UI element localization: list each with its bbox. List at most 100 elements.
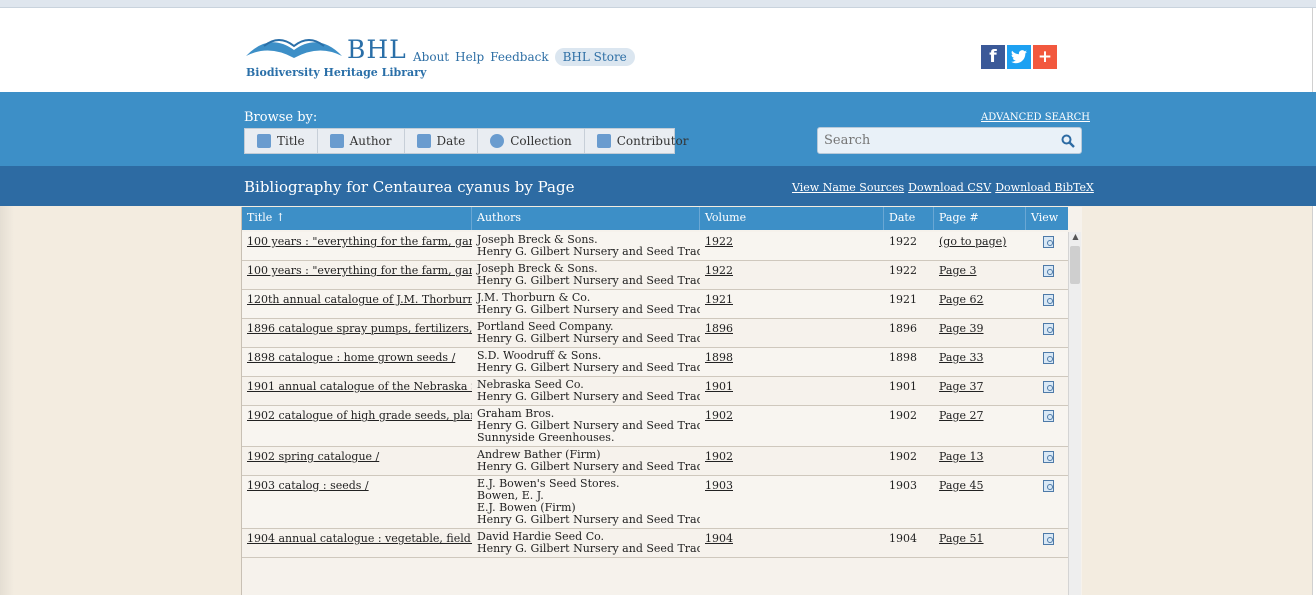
cell-page: Page 39	[934, 319, 1026, 347]
author-name: Henry G. Gilbert Nursery and Seed Trade …	[477, 332, 700, 345]
table-row: 1902 catalogue of high grade seeds, plan…	[242, 406, 1068, 447]
cell-page: Page 51	[934, 529, 1026, 557]
download-bibtex-link[interactable]: Download BibTeX	[995, 181, 1094, 194]
search-icon[interactable]	[1055, 128, 1081, 153]
cell-volume: 1921	[700, 290, 884, 318]
browse-tab-date[interactable]: Date	[405, 129, 479, 153]
view-page-icon[interactable]	[1043, 410, 1054, 422]
header-date[interactable]: Date	[884, 207, 934, 230]
cell-date: 1922	[889, 264, 917, 277]
cell-title: 1902 spring catalogue /	[242, 447, 472, 475]
author-name: Henry G. Gilbert Nursery and Seed Trade …	[477, 390, 700, 403]
nav-about[interactable]: About	[413, 50, 449, 64]
view-page-icon[interactable]	[1043, 533, 1054, 545]
volume-link[interactable]: 1904	[705, 532, 733, 545]
logo-text[interactable]: BHL	[347, 35, 407, 64]
header-volume[interactable]: Volume	[700, 207, 884, 230]
page-link[interactable]: Page 33	[939, 351, 984, 364]
cell-title: 1896 catalogue spray pumps, fertilizers,…	[242, 319, 472, 347]
page-link[interactable]: Page 45	[939, 479, 984, 492]
table-row: 1902 spring catalogue / Andrew Bather (Fi…	[242, 447, 1068, 476]
twitter-icon[interactable]	[1007, 45, 1031, 69]
download-csv-link[interactable]: Download CSV	[908, 181, 991, 194]
volume-link[interactable]: 1896	[705, 322, 733, 335]
advanced-search-link[interactable]: ADVANCED SEARCH	[981, 112, 1090, 123]
view-page-icon[interactable]	[1043, 294, 1054, 306]
bhl-book-logo-icon[interactable]	[244, 28, 344, 60]
facebook-icon[interactable]: f	[981, 45, 1005, 69]
nav-help[interactable]: Help	[455, 50, 484, 64]
header-view[interactable]: View	[1026, 207, 1068, 230]
scroll-thumb[interactable]	[1070, 246, 1080, 284]
page-link[interactable]: (go to page)	[939, 235, 1006, 248]
title-link[interactable]: 100 years : "everything for the farm, ga…	[247, 264, 472, 277]
logo-subtitle[interactable]: Biodiversity Heritage Library	[246, 66, 426, 79]
header-title[interactable]: Title ↑	[242, 207, 472, 230]
page-link[interactable]: Page 37	[939, 380, 984, 393]
page-link[interactable]: Page 3	[939, 264, 977, 277]
volume-link[interactable]: 1901	[705, 380, 733, 393]
cell-volume: 1922	[700, 232, 884, 260]
view-page-icon[interactable]	[1043, 352, 1054, 364]
cell-volume: 1903	[700, 476, 884, 528]
page-link[interactable]: Page 51	[939, 532, 984, 545]
volume-link[interactable]: 1902	[705, 409, 733, 422]
title-link[interactable]: 1903 catalog : seeds /	[247, 479, 369, 492]
volume-link[interactable]: 1903	[705, 479, 733, 492]
cell-volume: 1896	[700, 319, 884, 347]
table-row: 1903 catalog : seeds / E.J. Bowen's Seed …	[242, 476, 1068, 529]
cell-date: 1898	[889, 351, 917, 364]
browse-tab-author[interactable]: Author	[318, 129, 405, 153]
nav-feedback[interactable]: Feedback	[490, 50, 548, 64]
cell-date: 1904	[889, 532, 917, 545]
volume-link[interactable]: 1921	[705, 293, 733, 306]
view-page-icon[interactable]	[1043, 480, 1054, 492]
page-link[interactable]: Page 39	[939, 322, 984, 335]
volume-link[interactable]: 1898	[705, 351, 733, 364]
view-page-icon[interactable]	[1043, 265, 1054, 277]
header-page[interactable]: Page #	[934, 207, 1026, 230]
view-page-icon[interactable]	[1043, 451, 1054, 463]
page-link[interactable]: Page 62	[939, 293, 984, 306]
bhl-store-button[interactable]: BHL Store	[554, 48, 635, 66]
browse-tab-title[interactable]: Title	[245, 129, 318, 153]
cell-page: Page 3	[934, 261, 1026, 289]
page-link[interactable]: Page 27	[939, 409, 984, 422]
title-link[interactable]: 1896 catalogue spray pumps, fertilizers,…	[247, 322, 472, 335]
page-link[interactable]: Page 13	[939, 450, 984, 463]
title-link[interactable]: 100 years : "everything for the farm, ga…	[247, 235, 472, 248]
cell-authors: David Hardie Seed Co. Henry G. Gilbert Nu…	[472, 529, 700, 557]
header-authors[interactable]: Authors	[472, 207, 700, 230]
contributor-icon	[596, 134, 611, 148]
title-link[interactable]: 1904 annual catalogue : vegetable, field…	[247, 532, 472, 545]
title-link[interactable]: 1901 annual catalogue of the Nebraska Se…	[247, 380, 472, 393]
bibliography-band	[0, 166, 1316, 206]
view-page-icon[interactable]	[1043, 323, 1054, 335]
cell-title: 1902 catalogue of high grade seeds, plan…	[242, 406, 472, 446]
title-link[interactable]: 120th annual catalogue of J.M. Thorburn …	[247, 293, 472, 306]
volume-link[interactable]: 1922	[705, 235, 733, 248]
view-name-sources-link[interactable]: View Name Sources	[792, 181, 904, 194]
share-plus-icon[interactable]: +	[1033, 45, 1057, 69]
cell-page: (go to page)	[934, 232, 1026, 260]
title-link[interactable]: 1902 catalogue of high grade seeds, plan…	[247, 409, 472, 422]
volume-link[interactable]: 1922	[705, 264, 733, 277]
browse-tab-collection[interactable]: Collection	[478, 129, 585, 153]
cell-authors: Graham Bros. Henry G. Gilbert Nursery and…	[472, 406, 700, 446]
title-link[interactable]: 1902 spring catalogue /	[247, 450, 379, 463]
view-page-icon[interactable]	[1043, 381, 1054, 393]
volume-link[interactable]: 1902	[705, 450, 733, 463]
search-input[interactable]	[818, 128, 1048, 153]
table-row: 100 years : "everything for the farm, ga…	[242, 261, 1068, 290]
title-link[interactable]: 1898 catalogue : home grown seeds /	[247, 351, 455, 364]
cell-view	[1026, 529, 1068, 557]
cell-view	[1026, 319, 1068, 347]
cell-title: 100 years : "everything for the farm, ga…	[242, 261, 472, 289]
cell-volume: 1898	[700, 348, 884, 376]
scroll-up-arrow-icon[interactable]: ▲	[1069, 232, 1082, 244]
browse-tab-contributor[interactable]: Contributor	[585, 129, 701, 153]
table-scrollbar[interactable]: ▲	[1068, 232, 1081, 595]
author-name: Henry G. Gilbert Nursery and Seed Trade …	[477, 513, 700, 526]
view-page-icon[interactable]	[1043, 236, 1054, 248]
browse-tabs: Title Author Date Collection Contributor	[244, 128, 688, 154]
